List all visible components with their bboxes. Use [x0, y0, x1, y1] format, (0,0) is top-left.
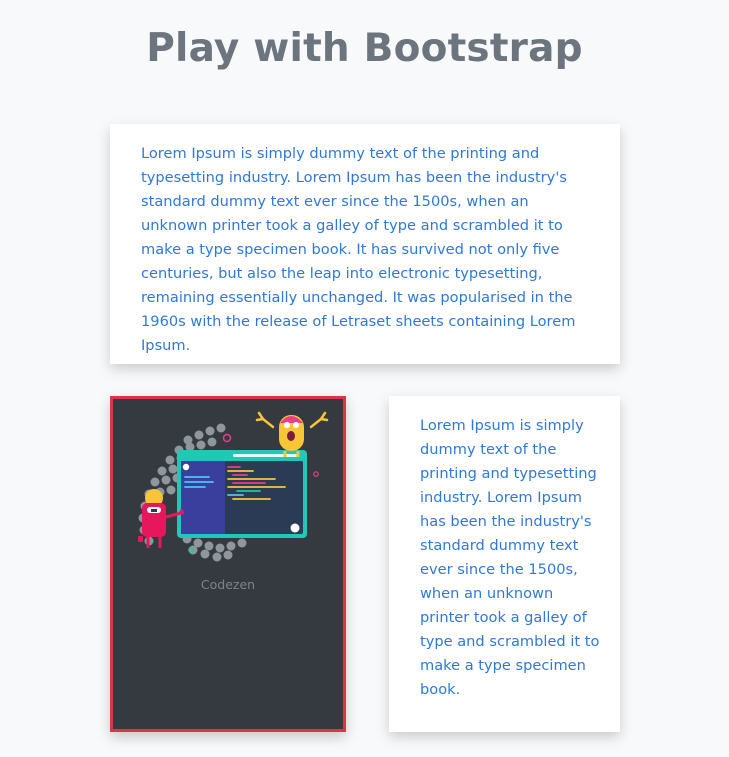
ring-decoration [222, 433, 232, 443]
image-card: Codezen [110, 396, 346, 732]
image-caption: Codezen [200, 577, 256, 592]
code-window [177, 450, 307, 538]
coding-monsters-illustration [138, 411, 329, 562]
right-text-card: Lorem Ipsum is simply dummy text of the … [389, 396, 620, 732]
top-card-text: Lorem Ipsum is simply dummy text of the … [141, 145, 576, 354]
ring-decoration [313, 471, 319, 477]
right-card-text: Lorem Ipsum is simply dummy text of the … [420, 417, 600, 698]
page-title: Play with Bootstrap [146, 26, 583, 71]
top-text-card: Lorem Ipsum is simply dummy text of the … [110, 124, 620, 364]
